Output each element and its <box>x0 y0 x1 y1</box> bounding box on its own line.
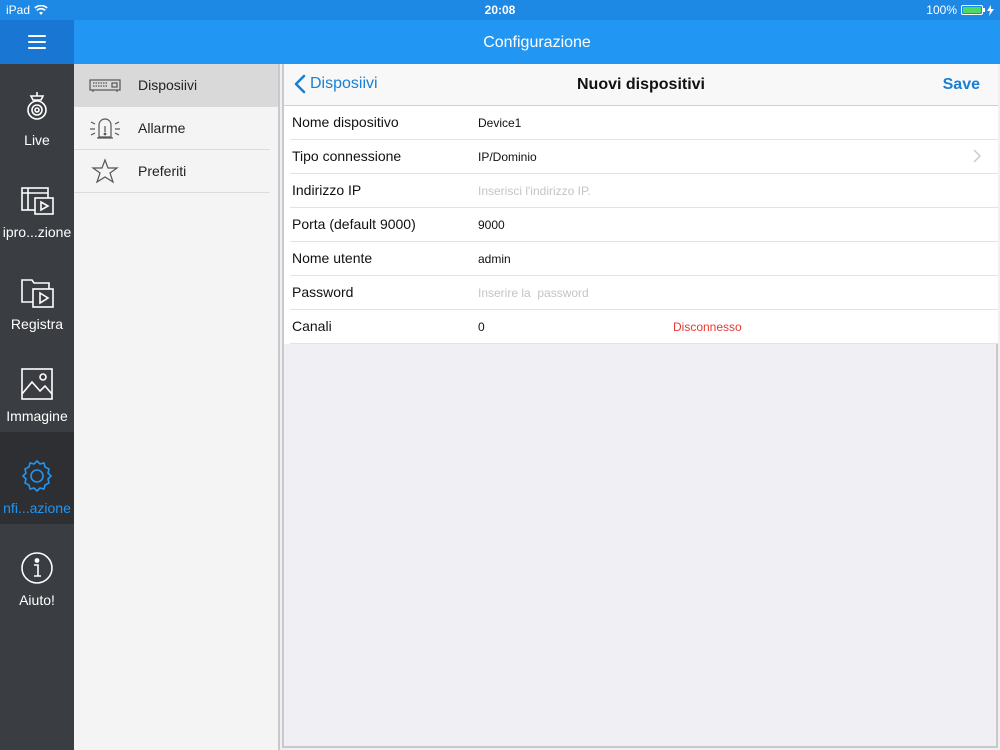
form-row-connection-type[interactable]: Tipo connessione IP/Dominio <box>290 140 998 174</box>
chevron-left-icon <box>294 74 306 94</box>
tab-label: Aiuto! <box>19 592 55 608</box>
tab-record[interactable]: Registra <box>0 248 74 340</box>
form-row-username: Nome utente <box>290 242 998 276</box>
gear-icon <box>21 459 53 493</box>
device-form: Nome dispositivo Tipo connessione IP/Dom… <box>284 106 998 344</box>
battery-icon <box>961 5 985 15</box>
username-input[interactable] <box>478 249 838 269</box>
submenu-label: Disposiivi <box>138 77 198 93</box>
ip-address-input[interactable] <box>478 181 838 201</box>
tab-label: nfi...azione <box>3 500 71 516</box>
form-row-channels: Canali 0 Disconnesso <box>290 310 998 344</box>
tab-bar: Live ipro...zione Registra Immagine nfi.… <box>0 64 74 750</box>
submenu-item-alarm[interactable]: Allarme <box>74 107 278 150</box>
page-title: Configurazione <box>483 34 591 51</box>
port-input[interactable] <box>478 215 838 235</box>
connection-status: Disconnesso <box>673 320 742 334</box>
hamburger-icon <box>28 35 46 49</box>
tab-label: ipro...zione <box>2 224 72 240</box>
playback-icon <box>21 187 54 215</box>
menu-button[interactable] <box>0 20 74 64</box>
submenu-label: Allarme <box>138 120 186 136</box>
dvr-device-icon <box>89 79 121 92</box>
tab-live[interactable]: Live <box>0 64 74 156</box>
image-icon <box>21 368 53 400</box>
connection-type-value: IP/Dominio <box>478 150 537 164</box>
submenu-label: Preferiti <box>138 163 187 179</box>
form-row-password: Password <box>290 276 998 310</box>
detail-title: Nuovi dispositivi <box>576 76 705 93</box>
form-row-ip-address: Indirizzo IP <box>290 174 998 208</box>
title-bar: Configurazione <box>0 20 1000 64</box>
detail-panel: Disposiivi Nuovi dispositivi Save Nome d… <box>282 64 998 748</box>
password-input[interactable] <box>478 283 838 303</box>
status-bar: iPad 20:08 100% <box>0 0 1000 20</box>
submenu-item-favorites[interactable]: Preferiti <box>74 150 278 193</box>
status-right: 100% <box>926 3 994 17</box>
form-row-device-name: Nome dispositivo <box>290 106 998 140</box>
chevron-right-icon <box>973 149 981 163</box>
device-name-input[interactable] <box>478 113 838 133</box>
tab-image[interactable]: Immagine <box>0 340 74 432</box>
alarm-light-icon <box>90 118 120 139</box>
info-icon <box>21 552 53 584</box>
status-time: 20:08 <box>484 3 516 17</box>
field-label: Porta (default 9000) <box>292 216 416 232</box>
form-row-port: Porta (default 9000) <box>290 208 998 242</box>
back-label: Disposiivi <box>310 75 378 92</box>
field-label: Canali <box>292 318 332 334</box>
tab-configuration[interactable]: nfi...azione <box>0 432 74 524</box>
detail-nav-bar: Disposiivi Nuovi dispositivi Save <box>284 64 998 106</box>
tab-label: Registra <box>10 316 64 332</box>
record-folder-icon <box>21 279 54 308</box>
field-label: Nome dispositivo <box>292 114 399 130</box>
field-label: Nome utente <box>292 250 373 266</box>
field-label: Indirizzo IP <box>292 182 362 198</box>
tab-label: Live <box>24 132 50 148</box>
save-button[interactable]: Save <box>943 76 980 94</box>
submenu-item-devices[interactable]: Disposiivi <box>74 64 278 107</box>
charging-icon <box>987 4 994 16</box>
camera-icon <box>27 92 47 120</box>
battery-percent: 100% <box>926 3 957 17</box>
channels-value: 0 <box>478 320 485 334</box>
field-label: Password <box>292 284 354 300</box>
star-icon <box>91 158 119 184</box>
config-submenu: Disposiivi Allarme Preferiti <box>74 64 280 750</box>
back-button[interactable]: Disposiivi <box>294 74 378 94</box>
battery-fill <box>963 7 981 13</box>
tab-label: Immagine <box>6 408 68 424</box>
tab-playback[interactable]: ipro...zione <box>0 156 74 248</box>
field-label: Tipo connessione <box>292 148 402 164</box>
tab-help[interactable]: Aiuto! <box>0 524 74 616</box>
divider <box>74 192 270 193</box>
